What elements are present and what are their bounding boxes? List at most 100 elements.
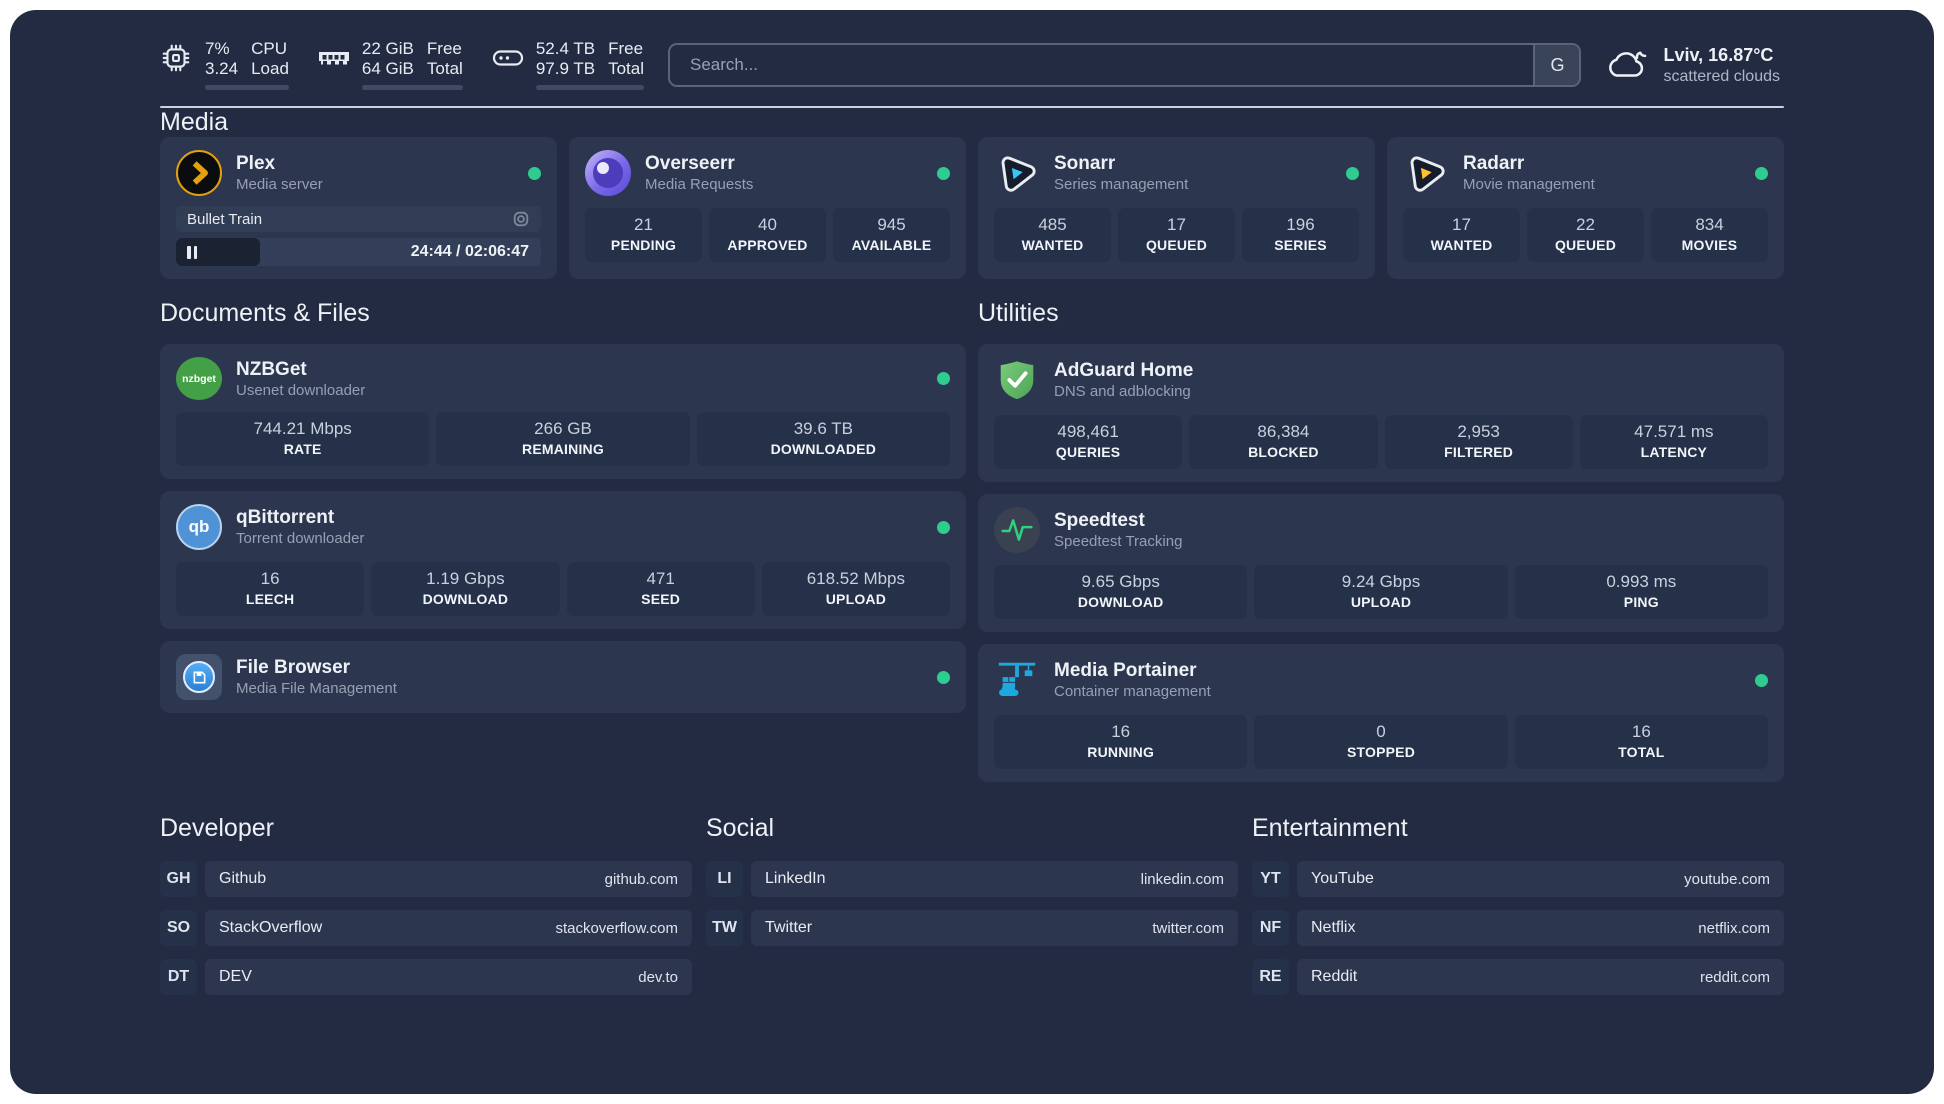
app-title: File Browser <box>236 657 351 678</box>
cpu-metric: 7% 3.24 CPU Load <box>160 40 289 90</box>
section-title-utilities: Utilities <box>978 299 1059 327</box>
app-card-radarr[interactable]: Radarr Movie management 17 WANTED 22 QUEUE… <box>1387 137 1784 279</box>
stat-available: 945 AVAILABLE <box>833 208 950 262</box>
app-card-sonarr[interactable]: Sonarr Series management 485 WANTED 17 QUE… <box>978 137 1375 279</box>
link-badge: RE <box>1252 959 1289 995</box>
search-bar: G <box>667 43 1582 87</box>
media-cards-row: Plex Media server Bullet Train 24:44 / 0… <box>160 137 1784 279</box>
app-card-overseerr[interactable]: Overseerr Media Requests 21 PENDING 40 APP… <box>569 137 966 279</box>
search-engine-button[interactable]: G <box>1533 45 1580 85</box>
link-url: linkedin.com <box>1140 870 1224 888</box>
link-url: stackoverflow.com <box>555 919 678 937</box>
playback-progress-bar: 24:44 / 02:06:47 <box>176 238 541 266</box>
app-card-portainer[interactable]: Media Portainer Container management 16 R… <box>978 644 1784 782</box>
app-title: Media Portainer <box>1054 660 1197 681</box>
cloud-icon <box>1605 48 1649 82</box>
status-dot <box>937 166 950 180</box>
stat-approved: 40 APPROVED <box>709 208 826 262</box>
memory-values: 22 GiB 64 GiB <box>361 39 414 78</box>
status-dot <box>528 166 541 180</box>
app-title: Radarr <box>1463 153 1525 174</box>
storage-labels: Free Total <box>608 39 644 78</box>
app-card-filebrowser[interactable]: File Browser Media File Management <box>160 641 966 713</box>
link-linkedin[interactable]: LI LinkedIn linkedin.com <box>706 861 1238 897</box>
stat-remaining: 266 GB REMAINING <box>436 412 690 466</box>
link-github[interactable]: GH Github github.com <box>160 861 692 897</box>
stat-rate: 744.21 Mbps RATE <box>176 412 430 466</box>
status-dot <box>937 520 950 534</box>
plex-icon <box>176 150 222 196</box>
stat-pending: 21 PENDING <box>585 208 702 262</box>
status-dot <box>1755 673 1768 687</box>
radarr-icon <box>1403 150 1449 196</box>
app-card-plex[interactable]: Plex Media server Bullet Train 24:44 / 0… <box>160 137 557 279</box>
section-title-documents: Documents & Files <box>160 299 370 327</box>
app-subtitle: Container management <box>1054 683 1211 700</box>
portainer-icon <box>994 657 1040 703</box>
app-subtitle: Torrent downloader <box>236 530 365 547</box>
link-badge: SO <box>160 910 197 946</box>
status-dot <box>937 372 950 385</box>
memory-labels: Free Total <box>426 39 463 78</box>
link-name: DEV <box>219 968 252 985</box>
status-dot <box>1755 166 1768 180</box>
weather-condition: scattered clouds <box>1663 67 1780 85</box>
app-title: Sonarr <box>1054 153 1116 174</box>
link-stackoverflow[interactable]: SO StackOverflow stackoverflow.com <box>160 910 692 946</box>
disk-icon <box>491 42 523 74</box>
link-youtube[interactable]: YT YouTube youtube.com <box>1252 861 1784 897</box>
app-subtitle: Media File Management <box>236 680 397 697</box>
app-subtitle: Usenet downloader <box>236 381 366 399</box>
stat-downloaded: 39.6 TB DOWNLOADED <box>696 412 950 466</box>
stat-ping: 0.993 ms PING <box>1514 565 1768 619</box>
system-metrics: 7% 3.24 CPU Load 22 GiB 64 GiB Free Tota… <box>160 40 644 90</box>
link-name: LinkedIn <box>765 870 826 887</box>
documents-column: Documents & Files nzbget NZBGet Usenet d… <box>160 279 966 713</box>
status-dot <box>937 670 950 684</box>
link-name: Twitter <box>765 919 813 936</box>
cpu-progress-bar <box>205 85 289 90</box>
link-badge: LI <box>706 861 743 897</box>
app-title: Speedtest <box>1054 510 1145 531</box>
app-card-qbittorrent[interactable]: qb qBittorrent Torrent downloader 16 LEEC… <box>160 491 966 629</box>
stat-queued: 22 QUEUED <box>1527 208 1644 262</box>
playback-elapsed <box>176 238 260 266</box>
memory-metric: 22 GiB 64 GiB Free Total <box>317 40 463 90</box>
section-title-media: Media <box>160 108 229 136</box>
link-badge: YT <box>1252 861 1289 897</box>
app-title: Plex <box>236 153 276 174</box>
stat-stopped: 0 STOPPED <box>1254 715 1508 769</box>
top-bar: 7% 3.24 CPU Load 22 GiB 64 GiB Free Tota… <box>160 10 1784 90</box>
memory-progress-bar <box>361 85 463 90</box>
cpu-icon <box>160 42 192 74</box>
stat-leech: 16 LEECH <box>176 562 365 616</box>
app-title: NZBGet <box>236 358 307 380</box>
app-card-speedtest[interactable]: Speedtest Speedtest Tracking 9.65 Gbps DO… <box>978 494 1784 632</box>
storage-metric: 52.4 TB 97.9 TB Free Total <box>491 40 644 90</box>
link-dev[interactable]: DT DEV dev.to <box>160 959 692 995</box>
stat-download: 1.19 Gbps DOWNLOAD <box>371 562 560 616</box>
link-reddit[interactable]: RE Reddit reddit.com <box>1252 959 1784 995</box>
dashboard-window: 7% 3.24 CPU Load 22 GiB 64 GiB Free Tota… <box>10 10 1934 1094</box>
section-title-developer: Developer <box>160 814 274 842</box>
app-subtitle: Media server <box>236 176 323 193</box>
storage-values: 52.4 TB 97.9 TB <box>535 39 596 78</box>
stat-download: 9.65 Gbps DOWNLOAD <box>994 565 1248 619</box>
stat-latency: 47.571 ms LATENCY <box>1579 415 1768 469</box>
pause-icon <box>187 245 191 259</box>
app-card-adguard[interactable]: AdGuard Home DNS and adblocking 498,461 Q… <box>978 344 1784 482</box>
link-badge: TW <box>706 910 743 946</box>
link-twitter[interactable]: TW Twitter twitter.com <box>706 910 1238 946</box>
section-title-social: Social <box>706 814 775 842</box>
search-input[interactable] <box>669 45 1534 85</box>
cpu-values: 7% 3.24 <box>205 39 239 78</box>
weather-location-temp: Lviv, 16.87°C <box>1663 44 1774 65</box>
link-name: Netflix <box>1311 919 1356 936</box>
stat-running: 16 RUNNING <box>994 715 1248 769</box>
weather-widget: Lviv, 16.87°C scattered clouds <box>1605 45 1784 86</box>
header-divider <box>160 106 1784 108</box>
app-card-nzbget[interactable]: nzbget NZBGet Usenet downloader 744.21 M… <box>160 344 966 479</box>
link-url: github.com <box>604 870 678 888</box>
link-netflix[interactable]: NF Netflix netflix.com <box>1252 910 1784 946</box>
storage-progress-bar <box>535 85 644 90</box>
